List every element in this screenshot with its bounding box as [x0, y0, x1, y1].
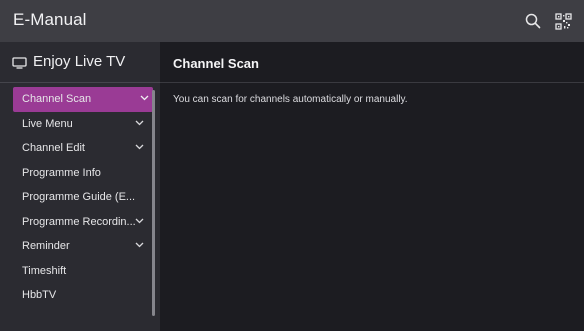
app-title: E-Manual [13, 10, 87, 29]
chevron-down-icon [135, 218, 144, 223]
sidebar-item-programme-guide[interactable]: Programme Guide (E... [0, 185, 152, 210]
sidebar-item-reminder[interactable]: Reminder [0, 234, 152, 259]
sidebar-divider [0, 82, 160, 83]
sidebar-header[interactable]: Enjoy Live TV [0, 42, 160, 82]
sidebar-item-label: Live Menu [22, 117, 73, 130]
sidebar-scrollbar[interactable] [152, 90, 155, 316]
sidebar-item-label: Channel Scan [22, 93, 92, 106]
content-pane: Channel Scan You can scan for channels a… [160, 42, 584, 331]
sidebar-header-label: Enjoy Live TV [33, 53, 126, 70]
qr-code-icon[interactable] [552, 10, 574, 32]
sidebar-item-label: Reminder [22, 240, 70, 253]
sidebar-item-label: Timeshift [22, 264, 67, 277]
sidebar-item-label: Programme Guide (E... [22, 191, 136, 204]
chevron-down-icon [135, 144, 144, 150]
tv-icon [12, 56, 27, 74]
content-divider [160, 82, 584, 83]
chevron-down-icon [135, 120, 144, 125]
sidebar-item-programme-recording[interactable]: Programme Recordin... [0, 210, 152, 235]
sidebar-item-label: Channel Edit [22, 142, 85, 155]
chevron-down-icon [140, 95, 149, 101]
chevron-down-icon [135, 242, 144, 248]
sidebar-item-timeshift[interactable]: Timeshift [0, 259, 152, 284]
nav-list: Channel Scan Live Menu Channel Edit Prog… [0, 87, 160, 308]
sidebar-item-live-menu[interactable]: Live Menu [0, 112, 152, 137]
search-icon[interactable] [522, 10, 544, 32]
sidebar-item-programme-info[interactable]: Programme Info [0, 161, 152, 186]
sidebar-item-channel-scan[interactable]: Channel Scan [13, 87, 153, 112]
sidebar: Enjoy Live TV Channel Scan Live Menu Cha… [0, 42, 160, 331]
page-title: Channel Scan [173, 56, 259, 71]
sidebar-item-hbbtv[interactable]: HbbTV [0, 283, 152, 308]
content-body: You can scan for channels automatically … [173, 94, 408, 105]
sidebar-item-label: Programme Recordin... [22, 215, 136, 228]
sidebar-item-label: HbbTV [22, 289, 57, 302]
title-bar: E-Manual [0, 0, 584, 42]
sidebar-item-label: Programme Info [22, 166, 101, 179]
sidebar-item-channel-edit[interactable]: Channel Edit [0, 136, 152, 161]
